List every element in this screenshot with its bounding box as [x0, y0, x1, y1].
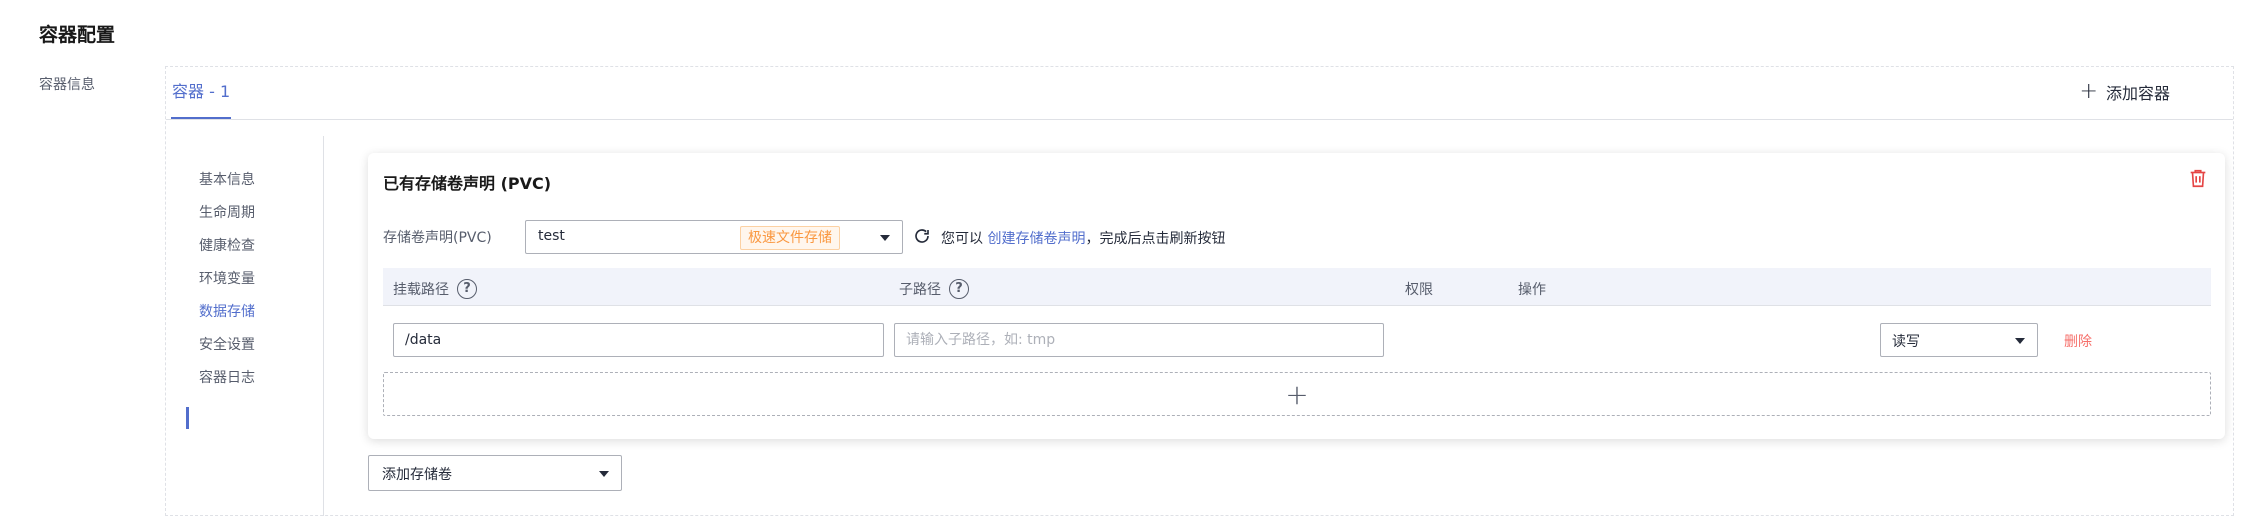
help-icon[interactable]: ?: [457, 279, 477, 299]
pvc-card-title: 已有存储卷声明 (PVC): [383, 174, 552, 193]
nav-item-container-logs[interactable]: 容器日志: [199, 367, 255, 387]
mount-path-input[interactable]: /data: [393, 323, 884, 357]
col-sub-path-label: 子路径: [899, 282, 941, 298]
col-mount-path-label: 挂载路径: [393, 282, 449, 298]
plus-icon: +: [1285, 378, 1309, 411]
container-info-label: 容器信息: [39, 77, 95, 93]
permission-select[interactable]: 读写: [1880, 323, 2038, 357]
col-mount-path: 挂载路径 ?: [393, 279, 477, 299]
col-permission: 权限: [1405, 279, 1433, 299]
hint-prefix: 您可以: [941, 231, 983, 247]
pvc-card: 已有存储卷声明 (PVC) 存储卷声明(PVC) test 极速文件存储 您可以…: [368, 153, 2225, 439]
col-action: 操作: [1518, 279, 1546, 299]
nav-item-basic-info[interactable]: 基本信息: [199, 169, 255, 189]
container-tabbar: 容器 - 1 + 添加容器: [166, 67, 2233, 120]
pvc-select-value: test: [538, 228, 565, 244]
add-container-label: 添加容器: [2105, 84, 2170, 103]
pvc-label: 存储卷声明(PVC): [383, 230, 492, 246]
nav-item-health-check[interactable]: 健康检查: [199, 235, 255, 255]
add-volume-label: 添加存储卷: [382, 467, 452, 483]
sub-path-input[interactable]: 请输入子路径，如: tmp: [894, 323, 1384, 357]
section-title: 容器配置: [39, 24, 116, 46]
nav-item-lifecycle[interactable]: 生命周期: [199, 202, 255, 222]
container-config-nav: 基本信息 生命周期 健康检查 环境变量 数据存储 安全设置 容器日志: [166, 136, 324, 516]
chevron-down-icon: [599, 471, 609, 477]
chevron-down-icon: [2015, 338, 2025, 344]
add-container-button[interactable]: + 添加容器: [2080, 80, 2170, 104]
add-mount-row-button[interactable]: +: [383, 372, 2211, 416]
nav-active-indicator: [186, 407, 189, 429]
refresh-icon[interactable]: [913, 227, 931, 245]
col-action-label: 操作: [1518, 282, 1546, 298]
nav-item-data-storage[interactable]: 数据存储: [199, 301, 255, 321]
help-icon[interactable]: ?: [949, 279, 969, 299]
pvc-type-tag: 极速文件存储: [740, 226, 840, 250]
chevron-down-icon: [880, 235, 890, 241]
nav-item-env-vars[interactable]: 环境变量: [199, 268, 255, 288]
pvc-select[interactable]: test 极速文件存储: [525, 220, 903, 254]
plus-icon: +: [2079, 79, 2098, 104]
col-permission-label: 权限: [1405, 282, 1433, 298]
mount-table-header: 挂载路径 ? 子路径 ? 权限 操作: [383, 268, 2211, 306]
pvc-hint: 您可以 创建存储卷声明，完成后点击刷新按钮: [941, 228, 1225, 248]
trash-icon[interactable]: [2187, 167, 2209, 189]
delete-row-link[interactable]: 删除: [2064, 331, 2092, 351]
create-pvc-link[interactable]: 创建存储卷声明: [987, 231, 1085, 247]
permission-select-value: 读写: [1892, 334, 1920, 350]
col-sub-path: 子路径 ?: [899, 279, 969, 299]
tab-container-1[interactable]: 容器 - 1: [171, 81, 232, 119]
add-volume-select[interactable]: 添加存储卷: [368, 455, 622, 491]
hint-suffix: ，完成后点击刷新按钮: [1085, 231, 1226, 247]
nav-item-security[interactable]: 安全设置: [199, 334, 255, 354]
